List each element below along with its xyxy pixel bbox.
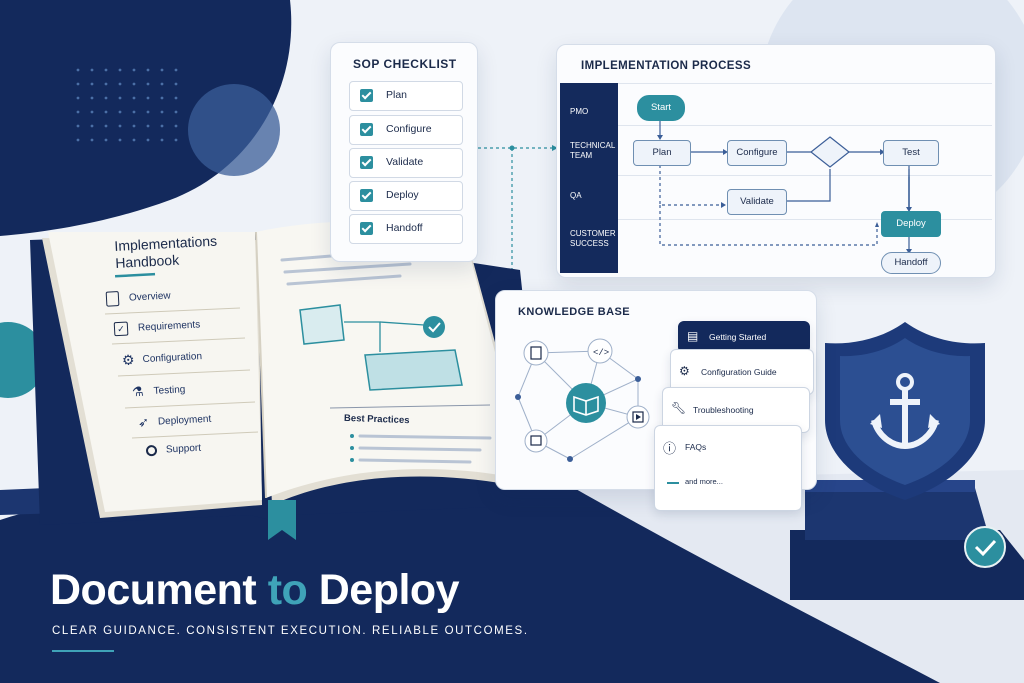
sop-item-deploy[interactable]: Deploy xyxy=(349,181,463,211)
gear-icon: ⚙ xyxy=(121,351,135,369)
checkbox-checked-icon[interactable] xyxy=(360,189,373,202)
toc-item-label: Deployment xyxy=(157,413,212,428)
toc-item-label: Support xyxy=(165,442,202,456)
sop-item-configure[interactable]: Configure xyxy=(349,115,463,145)
sop-item-handoff[interactable]: Handoff xyxy=(349,214,463,244)
dash-accent xyxy=(667,482,679,484)
kb-more-label[interactable]: and more... xyxy=(685,477,723,486)
hero-tagline: CLEAR GUIDANCE. CONSISTENT EXECUTION. RE… xyxy=(52,625,529,637)
process-node-handoff[interactable]: Handoff xyxy=(881,252,941,274)
implementation-process-card: IMPLEMENTATION PROCESS PMO TECHNICAL TEA… xyxy=(556,44,996,278)
lifebuoy-icon xyxy=(145,444,158,457)
kb-card-label: Getting Started xyxy=(709,332,767,342)
hero-headline: Document to Deploy xyxy=(50,566,460,615)
document-icon: ▤ xyxy=(687,329,699,343)
toc-item-label: Overview xyxy=(128,290,171,304)
checkbox-icon: ✓ xyxy=(113,321,129,337)
process-node-test[interactable]: Test xyxy=(883,140,939,166)
sop-item-label: Plan xyxy=(386,89,408,101)
flask-icon: ⚗ xyxy=(131,383,145,400)
sop-checklist-card: SOP CHECKLIST Plan Configure Validate De… xyxy=(330,42,478,262)
headline-accent: to xyxy=(267,566,308,614)
wrench-icon: 🔧︎ xyxy=(671,401,687,415)
process-node-start[interactable]: Start xyxy=(637,95,685,121)
handbook-title: Implementations Handbook xyxy=(114,233,218,272)
headline-part3: Deploy xyxy=(307,566,460,614)
sop-item-label: Validate xyxy=(386,156,424,168)
gear-icon: ⚙ xyxy=(679,364,690,378)
best-practices-heading: Best Practices xyxy=(343,412,410,427)
knowledge-base-card: KNOWLEDGE BASE </> ▤ Getting Started ⚙ C… xyxy=(495,290,817,511)
checkbox-checked-icon[interactable] xyxy=(360,89,373,102)
checkbox-checked-icon[interactable] xyxy=(360,123,373,136)
sop-item-validate[interactable]: Validate xyxy=(349,148,463,178)
kb-card-faqs[interactable]: ⓘ FAQs and more... xyxy=(654,425,802,511)
process-node-plan[interactable]: Plan xyxy=(633,140,691,166)
sop-item-label: Deploy xyxy=(386,189,419,201)
question-circle-icon: ⓘ xyxy=(663,441,677,456)
rocket-icon: ➶ xyxy=(137,414,150,430)
checkbox-checked-icon[interactable] xyxy=(360,156,373,169)
process-node-validate[interactable]: Validate xyxy=(727,189,787,215)
sop-checklist-title: SOP CHECKLIST xyxy=(353,57,457,71)
process-node-deploy[interactable]: Deploy xyxy=(881,211,941,237)
toc-item-label: Testing xyxy=(153,384,186,397)
toc-item-label: Requirements xyxy=(137,319,201,334)
accent-rule xyxy=(52,650,114,652)
svg-text:</>: </> xyxy=(593,348,609,358)
anchor-icon xyxy=(868,372,942,452)
knowledge-base-title: KNOWLEDGE BASE xyxy=(518,306,630,318)
toc-item-label: Configuration xyxy=(142,351,203,366)
kb-card-label: FAQs xyxy=(685,442,707,452)
process-node-configure[interactable]: Configure xyxy=(727,140,787,166)
sop-item-plan[interactable]: Plan xyxy=(349,81,463,111)
kb-card-label: Configuration Guide xyxy=(701,367,777,377)
headline-part1: Document xyxy=(50,566,268,614)
sop-item-label: Handoff xyxy=(386,222,423,234)
kb-card-label: Troubleshooting xyxy=(693,405,754,415)
document-icon xyxy=(105,291,120,307)
knowledge-graph: </> xyxy=(515,338,650,462)
checkbox-checked-icon[interactable] xyxy=(360,222,373,235)
toc-item-testing[interactable]: ⚗ Testing xyxy=(132,382,186,401)
sop-item-label: Configure xyxy=(386,123,432,135)
